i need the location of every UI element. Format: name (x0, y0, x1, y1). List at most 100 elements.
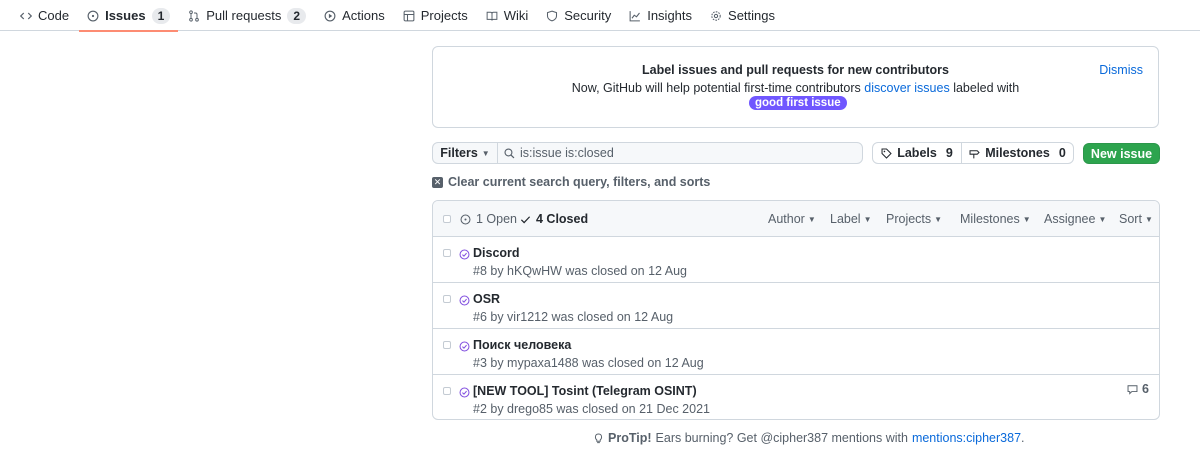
issue-row[interactable]: [NEW TOOL] Tosint (Telegram OSINT) #2 by… (433, 375, 1159, 419)
tab-label: Security (564, 8, 612, 23)
labels-count: 9 (945, 146, 953, 160)
projects-filter[interactable]: Projects ▼ (886, 212, 942, 226)
label-filter-label: Label (830, 212, 861, 226)
closed-count-label: 4 Closed (536, 212, 589, 226)
play-icon (324, 10, 336, 22)
issue-title-link[interactable]: Поиск человека (473, 338, 571, 352)
tab-security[interactable]: Security (538, 0, 619, 31)
issue-opened-icon (87, 10, 99, 22)
select-all-checkbox[interactable] (443, 215, 451, 223)
sort-filter-label: Sort (1119, 212, 1142, 226)
dismiss-button[interactable]: Dismiss (1099, 63, 1143, 77)
tab-insights[interactable]: Insights (621, 0, 700, 31)
caret-down-icon: ▼ (807, 214, 816, 224)
milestones-label: Milestones (985, 146, 1050, 160)
check-icon (520, 215, 531, 223)
issue-meta: #3 by mypaxa1488 was closed on 12 Aug (473, 356, 704, 370)
protip-text: Ears burning? Get @cipher387 mentions wi… (655, 431, 908, 445)
filters-button[interactable]: Filters ▼ (432, 142, 498, 164)
search-box[interactable] (497, 142, 863, 164)
tab-label: Insights (647, 8, 693, 23)
milestones-filter-label: Milestones (960, 212, 1020, 226)
good-first-issue-label[interactable]: good first issue (749, 96, 847, 110)
tab-issues[interactable]: Issues 1 (79, 0, 179, 32)
issue-closed-icon (459, 340, 470, 352)
tab-label: Code (38, 8, 70, 23)
tab-projects[interactable]: Projects (395, 0, 476, 31)
protip-prefix: ProTip! (608, 431, 652, 445)
issue-closed-icon (459, 386, 470, 398)
issue-closed-icon (459, 248, 470, 260)
caret-down-icon: ▼ (1098, 214, 1107, 224)
open-count-label: 1 Open (476, 212, 518, 226)
issue-opened-icon (460, 214, 471, 224)
discover-issues-link[interactable]: discover issues (864, 81, 949, 95)
issue-row[interactable]: Discord #8 by hKQwHW was closed on 12 Au… (433, 237, 1159, 283)
tab-label: Issues (105, 8, 146, 23)
issue-checkbox[interactable] (443, 249, 451, 257)
author-filter-label: Author (768, 212, 805, 226)
labels-button[interactable]: Labels 9 (872, 142, 962, 164)
tab-label: Wiki (503, 8, 529, 23)
issue-checkbox[interactable] (443, 387, 451, 395)
issues-list-header: 1 Open 4 Closed Author ▼ Label ▼ Projects ▼… (433, 201, 1159, 237)
issue-checkbox[interactable] (443, 295, 451, 303)
milestones-filter[interactable]: Milestones ▼ (960, 212, 1031, 226)
issue-title-link[interactable]: OSR (473, 292, 500, 306)
protip-suffix: . (1021, 431, 1025, 445)
light-bulb-icon (594, 433, 603, 443)
label-filter[interactable]: Label ▼ (830, 212, 872, 226)
tab-wiki[interactable]: Wiki (478, 0, 537, 31)
caret-down-icon: ▼ (1144, 214, 1153, 224)
issue-checkbox[interactable] (443, 341, 451, 349)
caret-down-icon: ▼ (481, 148, 490, 158)
tab-pull-requests[interactable]: Pull requests 2 (180, 0, 314, 31)
banner-text-after: labeled with (953, 81, 1020, 95)
issue-meta: #8 by hKQwHW was closed on 12 Aug (473, 264, 688, 278)
issue-meta: #2 by drego85 was closed on 21 Dec 2021 (473, 402, 710, 416)
banner-text: Now, GitHub will help potential first-ti… (433, 81, 1158, 95)
comments-link[interactable]: 6 (1127, 382, 1149, 396)
protip: ProTip! Ears burning? Get @cipher387 men… (593, 431, 1025, 445)
open-issues-toggle[interactable]: 1 Open (460, 212, 517, 226)
comment-icon (1127, 384, 1138, 395)
tag-icon (881, 148, 892, 159)
author-filter[interactable]: Author ▼ (768, 212, 816, 226)
assignee-filter[interactable]: Assignee ▼ (1044, 212, 1106, 226)
issue-closed-icon (459, 294, 470, 306)
new-issue-button[interactable]: New issue (1083, 143, 1160, 164)
gear-icon (710, 10, 722, 22)
clear-filters-link[interactable]: ✕ Clear current search query, filters, a… (432, 175, 710, 189)
tab-label: Projects (420, 8, 468, 23)
shield-icon (546, 10, 558, 22)
sort-filter[interactable]: Sort ▼ (1119, 212, 1153, 226)
clear-x-icon: ✕ (432, 176, 443, 188)
table-icon (403, 10, 415, 22)
issue-row[interactable]: OSR #6 by vir1212 was closed on 12 Aug (433, 283, 1159, 329)
repo-nav: Code Issues 1 Pull requests 2 Actions Pr… (0, 0, 1200, 32)
book-icon (486, 10, 498, 22)
search-input[interactable] (520, 146, 850, 160)
closed-issues-toggle[interactable]: 4 Closed (520, 212, 588, 226)
issue-meta: #6 by vir1212 was closed on 12 Aug (473, 310, 674, 324)
milestones-count: 0 (1058, 146, 1066, 160)
tab-actions[interactable]: Actions (316, 0, 393, 31)
milestones-button[interactable]: Milestones 0 (961, 142, 1074, 164)
issue-row[interactable]: Поиск человека #3 by mypaxa1488 was clos… (433, 329, 1159, 375)
caret-down-icon: ▼ (1022, 214, 1031, 224)
issue-title-link[interactable]: [NEW TOOL] Tosint (Telegram OSINT) (473, 384, 697, 398)
tab-label: Pull requests (206, 8, 282, 23)
banner-title: Label issues and pull requests for new c… (641, 63, 949, 77)
issue-title-link[interactable]: Discord (473, 246, 520, 260)
filters-label: Filters (440, 146, 478, 160)
caret-down-icon: ▼ (934, 214, 943, 224)
code-icon (20, 10, 32, 22)
tab-label: Actions (342, 8, 385, 23)
tab-code[interactable]: Code (12, 0, 77, 31)
search-icon (504, 147, 515, 158)
banner-text-before: Now, GitHub will help potential first-ti… (571, 81, 861, 95)
issues-list: 1 Open 4 Closed Author ▼ Label ▼ Projects ▼… (432, 200, 1160, 420)
mentions-link[interactable]: mentions:cipher387 (912, 431, 1021, 445)
pull-requests-counter: 2 (287, 7, 307, 24)
tab-settings[interactable]: Settings (702, 0, 783, 31)
